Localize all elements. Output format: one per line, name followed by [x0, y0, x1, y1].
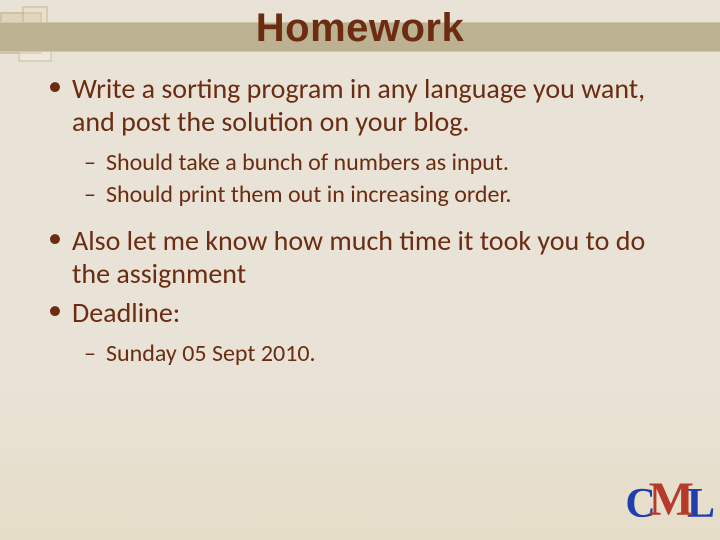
sub-item: Should print them out in increasing orde…	[84, 180, 674, 210]
bullet-text: Write a sorting program in any language …	[72, 72, 674, 138]
sub-item: Sunday 05 Sept 2010.	[84, 339, 674, 369]
bullet-text: Also let me know how much time it took y…	[72, 224, 674, 290]
sub-item: Should take a bunch of numbers as input.	[84, 148, 674, 178]
bullet-item: Deadline: Sunday 05 Sept 2010.	[46, 296, 674, 369]
bullet-text: Deadline:	[72, 296, 674, 329]
sub-list: Should take a bunch of numbers as input.…	[84, 148, 674, 210]
slide-body: Write a sorting program in any language …	[0, 58, 720, 369]
cml-logo: CML	[625, 482, 710, 530]
sub-list: Sunday 05 Sept 2010.	[84, 339, 674, 369]
logo-letter-c: C	[625, 481, 650, 527]
logo-letter-l: L	[687, 481, 710, 527]
bullet-list: Write a sorting program in any language …	[46, 72, 674, 369]
title-area: Homework	[0, 0, 720, 58]
slide-title: Homework	[0, 2, 720, 58]
bullet-item: Also let me know how much time it took y…	[46, 224, 674, 290]
bullet-item: Write a sorting program in any language …	[46, 72, 674, 210]
logo-letter-m: M	[649, 473, 689, 526]
